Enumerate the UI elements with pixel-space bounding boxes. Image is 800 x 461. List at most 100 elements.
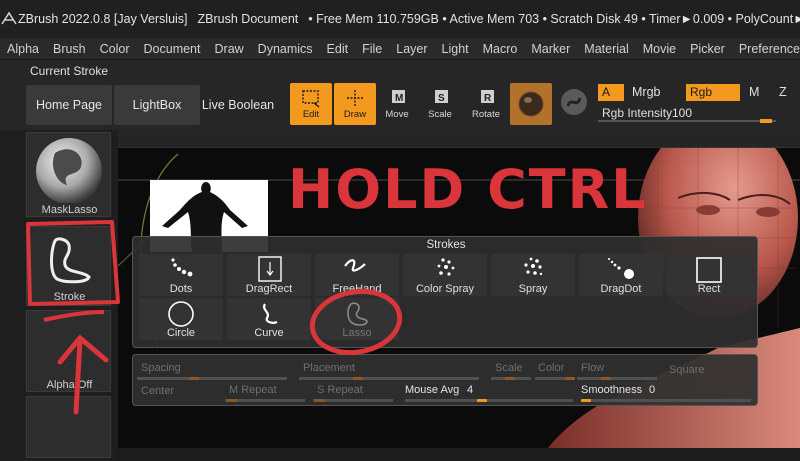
m-repeat-track [225, 399, 305, 402]
spray-label: Spray [518, 283, 548, 295]
color-slider[interactable]: Color [538, 362, 564, 374]
menu-edit[interactable]: Edit [320, 38, 356, 59]
mouse-avg-label: Mouse Avg [405, 384, 460, 396]
stroke-freehand[interactable]: FreeHand [315, 254, 399, 296]
menu-file[interactable]: File [355, 38, 389, 59]
menu-brush[interactable]: Brush [46, 38, 93, 59]
menu-document[interactable]: Document [137, 38, 208, 59]
home-page-button[interactable]: Home Page [26, 85, 112, 125]
document-name: ZBrush Document [197, 12, 299, 26]
alpha-button[interactable]: Alpha Off [26, 310, 111, 392]
scale-label: Scale [428, 109, 452, 120]
stroke-color-spray[interactable]: Color Spray [403, 254, 487, 296]
placement-handle[interactable] [353, 377, 363, 380]
stroke-dragrect[interactable]: DragRect [227, 254, 311, 296]
live-boolean-button[interactable]: Live Boolean [200, 85, 276, 125]
canvas-ruler [118, 130, 800, 148]
rotate-label: Rotate [472, 109, 500, 120]
mouse-avg-handle[interactable] [477, 399, 487, 402]
rgb-intensity-handle[interactable] [760, 119, 772, 123]
color-spray-stroke-icon [437, 258, 455, 276]
mrgb-toggle[interactable]: Mrgb [632, 85, 660, 99]
menu-marker[interactable]: Marker [524, 38, 577, 59]
rgb-intensity-value: 100 [672, 106, 693, 120]
scale-handle[interactable] [505, 377, 515, 380]
menu-material[interactable]: Material [577, 38, 635, 59]
color-spray-label: Color Spray [415, 283, 475, 295]
flow-handle[interactable] [601, 377, 611, 380]
menu-layer[interactable]: Layer [389, 38, 434, 59]
rgb-intensity-label: Rgb Intensity [602, 106, 673, 120]
svg-text:M: M [395, 93, 403, 104]
mouse-avg-value: 4 [467, 384, 474, 396]
rect-label: Rect [697, 283, 721, 295]
menu-movie[interactable]: Movie [636, 38, 683, 59]
smoothness-slider[interactable]: Smoothness 0 [581, 383, 751, 403]
stroke-lasso[interactable]: Lasso [315, 298, 399, 340]
dots-label: Dots [169, 283, 193, 295]
material-swatch[interactable] [510, 83, 552, 125]
scale-slider[interactable]: Scale [495, 362, 523, 374]
rgb-intensity-track [598, 120, 776, 122]
menu-color[interactable]: Color [93, 38, 137, 59]
stroke-dragdot[interactable]: DragDot [579, 254, 663, 296]
flow-slider[interactable]: Flow [581, 362, 604, 374]
placement-slider[interactable]: Placement [303, 362, 355, 374]
smoothness-handle[interactable] [581, 399, 591, 402]
s-repeat-handle[interactable] [315, 399, 325, 402]
spacing-slider[interactable]: Spacing [141, 362, 181, 374]
menu-light[interactable]: Light [435, 38, 476, 59]
rgb-intensity-slider[interactable]: Rgb Intensity 100 [598, 104, 778, 124]
smoothness-track [581, 399, 751, 402]
spacing-handle[interactable] [189, 377, 199, 380]
center-toggle[interactable]: Center [141, 385, 174, 397]
texture-swatch[interactable] [558, 86, 590, 118]
s-repeat-slider[interactable]: S Repeat [317, 384, 363, 396]
move-button[interactable]: M Move [376, 83, 418, 125]
strokes-popup: Strokes Dots DragRect FreeHand Color Spr… [132, 236, 758, 348]
texture-button[interactable] [26, 396, 111, 458]
edit-button[interactable]: Edit [290, 83, 332, 125]
menu-macro[interactable]: Macro [476, 38, 525, 59]
stroke-label: Stroke [53, 291, 86, 303]
color-handle[interactable] [565, 377, 575, 380]
m-repeat-slider[interactable]: M Repeat [229, 384, 277, 396]
dragrect-label: DragRect [245, 283, 293, 295]
svg-text:S: S [438, 93, 445, 104]
texture-sphere-icon [561, 89, 587, 115]
m-toggle[interactable]: M [749, 85, 759, 99]
masklasso-brush-button[interactable]: MaskLasso [26, 132, 111, 217]
menu-alpha[interactable]: Alpha [0, 38, 46, 59]
circle-label: Circle [166, 327, 196, 339]
z-toggle[interactable]: Z [779, 85, 787, 99]
stroke-circle[interactable]: Circle [139, 298, 223, 340]
menu-draw[interactable]: Draw [208, 38, 251, 59]
rgb-toggle[interactable]: Rgb [686, 84, 740, 101]
rotate-button[interactable]: R Rotate [465, 83, 507, 125]
menu-preferences[interactable]: Preferences [732, 38, 800, 59]
palette-title-bar: Current Stroke [0, 60, 800, 82]
move-label: Move [385, 109, 409, 120]
stroke-button[interactable]: Stroke [26, 226, 111, 306]
app-title: ZBrush 2022.0.8 [Jay Versluis] [18, 12, 188, 26]
draw-button[interactable]: Draw [334, 83, 376, 125]
title-bar: ZBrush 2022.0.8 [Jay Versluis] ZBrush Do… [0, 0, 800, 38]
lasso-stroke-icon [347, 302, 368, 326]
dragdot-stroke-icon [608, 258, 634, 279]
menu-picker[interactable]: Picker [683, 38, 732, 59]
scale-button[interactable]: S Scale [419, 83, 461, 125]
rect-stroke-icon [696, 257, 722, 283]
curve-label: Curve [254, 327, 284, 339]
lightbox-button[interactable]: LightBox [114, 85, 200, 125]
menu-dynamics[interactable]: Dynamics [251, 38, 320, 59]
m-repeat-handle[interactable] [227, 399, 237, 402]
stroke-curve[interactable]: Curve [227, 298, 311, 340]
stroke-dots[interactable]: Dots [139, 254, 223, 296]
mouse-avg-slider[interactable]: Mouse Avg 4 [405, 383, 573, 403]
move-icon: M [392, 90, 405, 104]
flow-track [577, 377, 657, 380]
square-toggle[interactable]: Square [669, 364, 704, 376]
stroke-spray[interactable]: Spray [491, 254, 575, 296]
stroke-rect[interactable]: Rect [667, 254, 751, 296]
a-toggle[interactable]: A [598, 84, 624, 101]
